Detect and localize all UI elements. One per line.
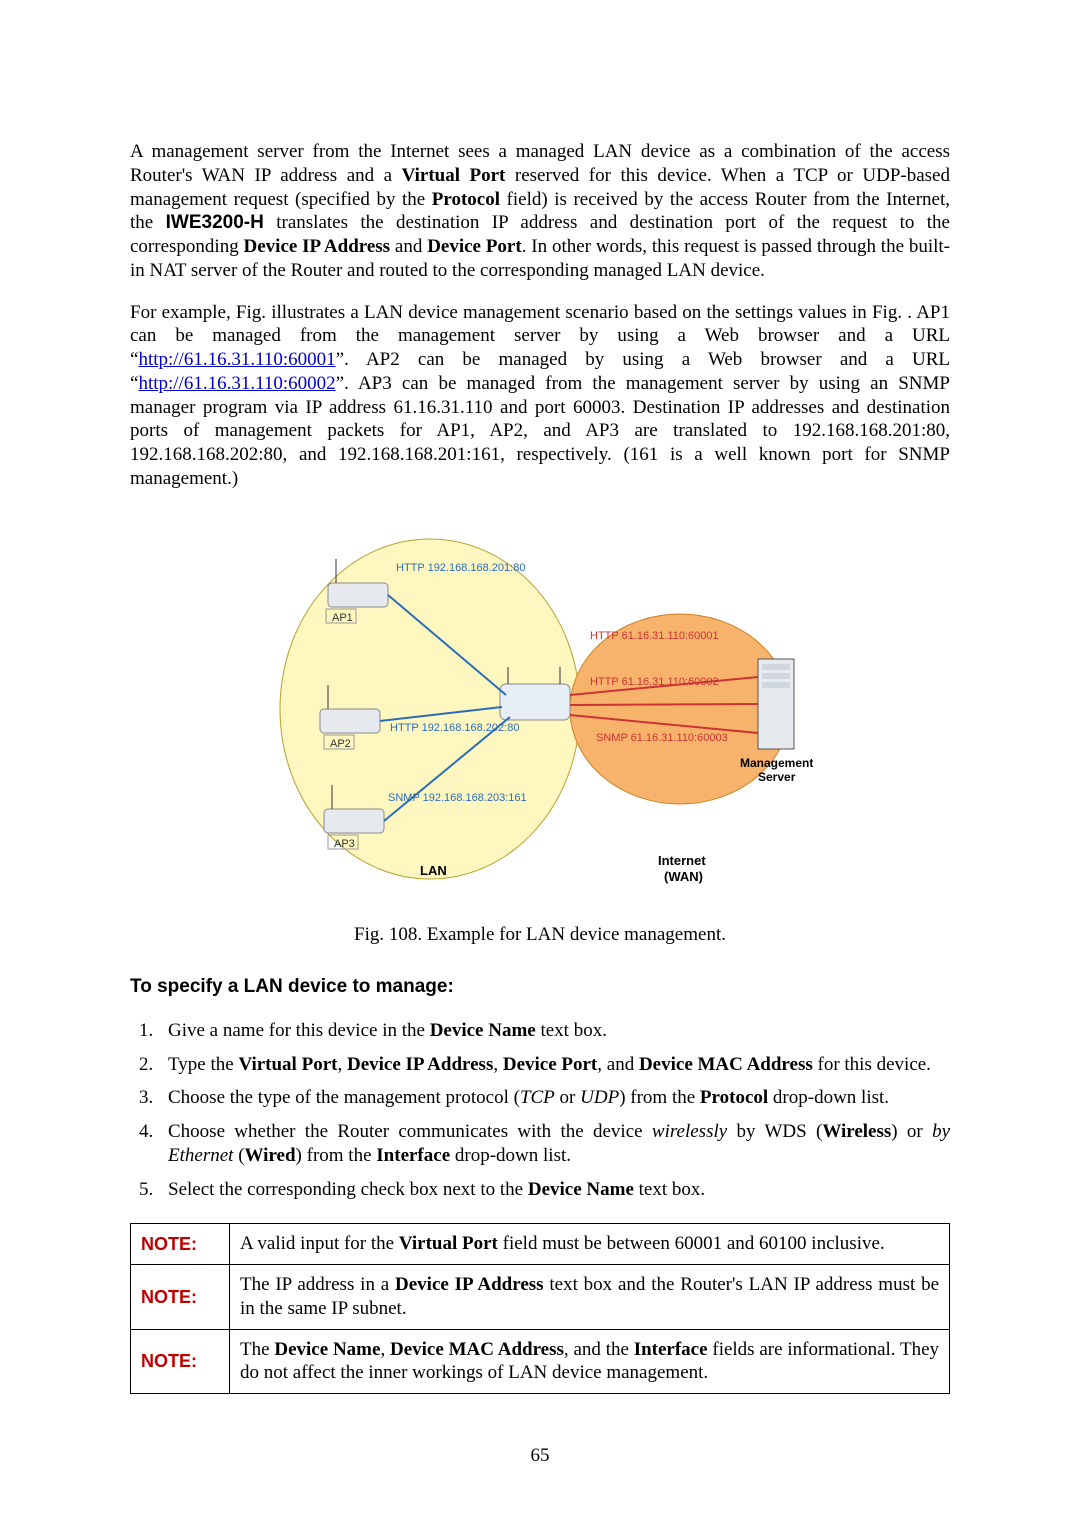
step-3: Choose the type of the management protoc… xyxy=(158,1086,950,1110)
link-url-1[interactable]: http://61.16.31.110:60001 xyxy=(138,349,335,370)
paragraph-2: For example, Fig. illustrates a LAN devi… xyxy=(130,301,950,491)
text-bold: Virtual Port xyxy=(402,165,506,186)
label-ap1-http: HTTP 192.168.168.201:80 xyxy=(396,562,525,574)
label-lan: LAN xyxy=(420,863,447,878)
label-ap3: AP3 xyxy=(334,838,355,850)
label-ap2-http: HTTP 192.168.168.202:80 xyxy=(390,722,519,734)
text: ) or xyxy=(891,1121,932,1142)
label-wan1: HTTP 61.16.31.110:60001 xyxy=(590,630,719,642)
note-label: NOTE: xyxy=(131,1224,230,1265)
note-text: A valid input for the Virtual Port field… xyxy=(230,1224,950,1265)
text-bold: Wireless xyxy=(822,1121,891,1142)
label-mgmt2: Server xyxy=(758,770,796,784)
table-row: NOTE: The IP address in a Device IP Addr… xyxy=(131,1265,950,1330)
text: , xyxy=(493,1054,503,1075)
text-bold: IWE3200-H xyxy=(166,212,264,233)
text: by WDS ( xyxy=(727,1121,822,1142)
label-mgmt1: Management xyxy=(740,756,813,770)
text: Choose the type of the management protoc… xyxy=(168,1087,520,1108)
step-4: Choose whether the Router communicates w… xyxy=(158,1120,950,1168)
page-number: 65 xyxy=(130,1444,950,1468)
text: , and the xyxy=(564,1339,634,1360)
text: drop-down list. xyxy=(450,1145,571,1166)
table-row: NOTE: The Device Name, Device MAC Addres… xyxy=(131,1329,950,1394)
text-bold: Device Port xyxy=(503,1054,597,1075)
figure-caption: Fig. 108. Example for LAN device managem… xyxy=(130,923,950,947)
text: text box. xyxy=(536,1020,607,1041)
text-bold: Device Name xyxy=(274,1339,380,1360)
step-1: Give a name for this device in the Devic… xyxy=(158,1019,950,1043)
label-ap1: AP1 xyxy=(332,612,353,624)
text-bold: Device MAC Address xyxy=(390,1339,564,1360)
note-text: The Device Name, Device MAC Address, and… xyxy=(230,1329,950,1394)
network-diagram: HTTP 192.168.168.201:80 AP1 HTTP 192.168… xyxy=(260,509,820,889)
text: ) from the xyxy=(296,1145,377,1166)
note-text: The IP address in a Device IP Address te… xyxy=(230,1265,950,1330)
text: and xyxy=(390,236,427,257)
notes-table: NOTE: A valid input for the Virtual Port… xyxy=(130,1223,950,1394)
text: Choose whether the Router communicates w… xyxy=(168,1121,652,1142)
text: , and xyxy=(597,1054,639,1075)
text-italic: UDP xyxy=(580,1087,619,1108)
text-bold: Device IP Address xyxy=(347,1054,493,1075)
step-2: Type the Virtual Port, Device IP Address… xyxy=(158,1053,950,1077)
text: , xyxy=(380,1339,390,1360)
text-bold: Virtual Port xyxy=(238,1054,337,1075)
text: Type the xyxy=(168,1054,238,1075)
text: ) from the xyxy=(619,1087,700,1108)
text-bold: Virtual Port xyxy=(399,1233,498,1254)
text: ( xyxy=(233,1145,244,1166)
text: The IP address in a xyxy=(240,1274,395,1295)
text: or xyxy=(555,1087,580,1108)
text: for this device. xyxy=(813,1054,931,1075)
text-bold: Interface xyxy=(634,1339,708,1360)
text: field must be between 60001 and 60100 in… xyxy=(498,1233,885,1254)
text-bold: Wired xyxy=(245,1145,296,1166)
section-heading: To specify a LAN device to manage: xyxy=(130,975,950,999)
paragraph-1: A management server from the Internet se… xyxy=(130,140,950,283)
label-ap3-snmp: SNMP 192.168.168.203:161 xyxy=(388,792,527,804)
text: Select the corresponding check box next … xyxy=(168,1179,528,1200)
label-wan2: HTTP 61.16.31.110:60002 xyxy=(590,676,719,688)
text-bold: Device Port xyxy=(427,236,522,257)
label-wan: (WAN) xyxy=(664,869,703,884)
label-internet: Internet xyxy=(658,853,706,868)
text-bold: Protocol xyxy=(432,189,500,210)
text-italic: wirelessly xyxy=(652,1121,727,1142)
text: Give a name for this device in the xyxy=(168,1020,430,1041)
text-bold: Protocol xyxy=(700,1087,768,1108)
text-bold: Device IP Address xyxy=(395,1274,544,1295)
table-row: NOTE: A valid input for the Virtual Port… xyxy=(131,1224,950,1265)
text: drop-down list. xyxy=(768,1087,889,1108)
link-url-2[interactable]: http://61.16.31.110:60002 xyxy=(138,373,335,394)
text-bold: Device MAC Address xyxy=(639,1054,813,1075)
text-bold: Device Name xyxy=(528,1179,634,1200)
text: A valid input for the xyxy=(240,1233,399,1254)
text-italic: TCP xyxy=(520,1087,555,1108)
text-bold: Device IP Address xyxy=(244,236,391,257)
note-label: NOTE: xyxy=(131,1329,230,1394)
text: text box. xyxy=(634,1179,705,1200)
figure-108: HTTP 192.168.168.201:80 AP1 HTTP 192.168… xyxy=(130,509,950,896)
note-label: NOTE: xyxy=(131,1265,230,1330)
text-bold: Device Name xyxy=(430,1020,536,1041)
step-5: Select the corresponding check box next … xyxy=(158,1178,950,1202)
text-bold: Interface xyxy=(376,1145,450,1166)
steps-list: Give a name for this device in the Devic… xyxy=(130,1019,950,1202)
text: , xyxy=(337,1054,347,1075)
text: The xyxy=(240,1339,274,1360)
label-ap2: AP2 xyxy=(330,738,351,750)
label-wan3: SNMP 61.16.31.110:60003 xyxy=(596,732,728,744)
